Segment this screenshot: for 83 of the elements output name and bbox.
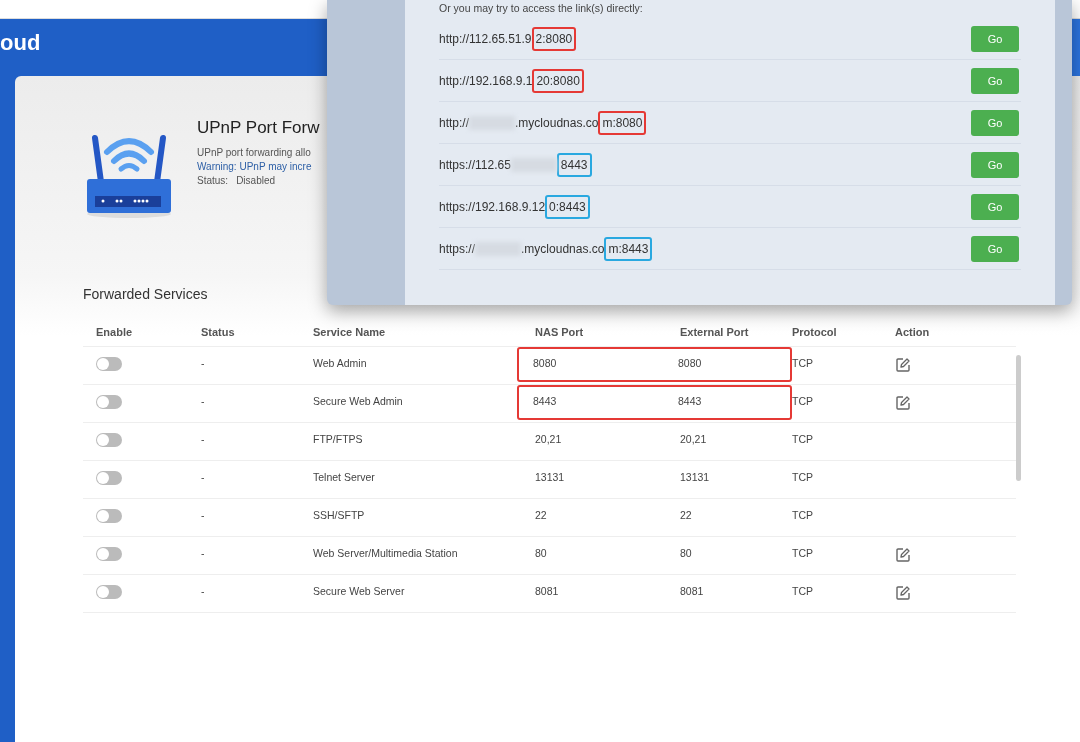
table-cell-text: TCP xyxy=(792,433,814,445)
table-cell-text: 13131 xyxy=(680,471,711,485)
table-cell-text: 80 xyxy=(680,547,693,561)
table-cell-text: 22 xyxy=(680,509,693,523)
go-button[interactable]: Go xyxy=(971,193,1019,220)
table-cell-text: 8080 xyxy=(533,357,558,371)
table-cell-text: - xyxy=(201,547,206,559)
column-header: Action xyxy=(895,326,931,338)
table-cell-text: 22 xyxy=(535,509,548,523)
table-cell-text: 20,21 xyxy=(535,433,563,447)
edit-icon[interactable] xyxy=(895,547,911,563)
table-cell-text: Web Admin xyxy=(313,357,368,369)
table-cell-text: 20,21 xyxy=(680,433,708,447)
link-text: http://192.168.9.1 xyxy=(439,73,533,88)
table-cell-text: - xyxy=(201,433,206,445)
highlight-box: 8443 xyxy=(556,152,592,177)
link-text: https://112.65 xyxy=(439,157,511,172)
table-cell-text: - xyxy=(201,585,206,597)
highlight-box: m:8443 xyxy=(604,236,653,261)
table-cell-text: FTP/FTPS xyxy=(313,433,364,445)
table-cell-text: Secure Web Admin xyxy=(313,395,404,407)
go-button[interactable]: Go xyxy=(971,235,1019,262)
blurred-text xyxy=(510,157,557,172)
table-cell-text: - xyxy=(201,471,206,483)
go-button[interactable]: Go xyxy=(971,109,1019,136)
column-header: Enable xyxy=(96,326,134,338)
status-label: Status: xyxy=(197,175,229,186)
edit-icon[interactable] xyxy=(895,585,911,601)
link-text: http://112.65.51.9 xyxy=(439,31,532,46)
table-cell-text: SSH/SFTP xyxy=(313,509,366,521)
column-header: External Port xyxy=(680,326,750,338)
intro-text: Or you may try to access the link(s) directly: xyxy=(439,1,644,16)
toggle-switch[interactable] xyxy=(96,585,122,599)
table-cell-text: 8443 xyxy=(533,395,558,409)
description-text: UPnP port forwarding allo xyxy=(197,147,312,158)
toggle-switch[interactable] xyxy=(96,471,122,485)
link-text: http:// xyxy=(439,115,470,130)
table-cell-text: Telnet Server xyxy=(313,471,376,483)
link-text: https://192.168.9.12 xyxy=(439,199,546,214)
highlight-box: 0:8443 xyxy=(545,194,590,219)
table-cell-text: TCP xyxy=(792,547,814,559)
table-cell-text: 8081 xyxy=(680,585,705,599)
edit-icon[interactable] xyxy=(895,395,911,411)
column-header: Status xyxy=(201,326,236,338)
table-cell-text: TCP xyxy=(792,585,814,597)
brand-name: oud xyxy=(0,30,41,56)
toggle-switch[interactable] xyxy=(96,395,122,409)
highlight-box: 2:8080 xyxy=(531,26,577,51)
scrollbar[interactable] xyxy=(1016,355,1021,481)
table-cell-text: - xyxy=(201,509,206,521)
edit-icon[interactable] xyxy=(895,357,911,373)
toggle-switch[interactable] xyxy=(96,509,122,523)
column-header: Protocol xyxy=(792,326,838,338)
status-value: Disabled xyxy=(236,175,276,186)
toggle-switch[interactable] xyxy=(96,547,122,561)
toggle-switch[interactable] xyxy=(96,433,122,447)
link-text: https:// xyxy=(439,241,476,256)
table-cell-text: - xyxy=(201,357,206,369)
table-cell-text: TCP xyxy=(792,509,814,521)
warning-text: Warning: UPnP may incre xyxy=(197,161,313,172)
table-cell-text: Secure Web Server xyxy=(313,585,406,597)
link-text: .mycloudnas.co xyxy=(521,241,605,256)
link-text: .mycloudnas.co xyxy=(515,115,599,130)
table-cell-text: 8081 xyxy=(535,585,560,599)
table-cell-text: TCP xyxy=(792,395,814,407)
go-button[interactable]: Go xyxy=(971,151,1019,178)
table-cell-text: 8080 xyxy=(678,357,703,371)
section-title: UPnP Port Forw xyxy=(197,118,320,138)
go-button[interactable]: Go xyxy=(971,25,1019,52)
section-title: Forwarded Services xyxy=(83,286,209,302)
table-cell-text: - xyxy=(201,395,206,407)
highlight-box: 20:8080 xyxy=(532,68,584,93)
table-cell-text: 13131 xyxy=(535,471,566,485)
table-cell-text: TCP xyxy=(792,357,814,369)
table-cell-text: TCP xyxy=(792,471,814,483)
table-cell-text: 8443 xyxy=(678,395,703,409)
column-header: NAS Port xyxy=(535,326,585,338)
go-button[interactable]: Go xyxy=(971,67,1019,94)
toggle-switch[interactable] xyxy=(96,357,122,371)
table-cell-text: Web Server/Multimedia Station xyxy=(313,547,459,559)
highlight-box: m:8080 xyxy=(598,110,647,135)
column-header: Service Name xyxy=(313,326,387,338)
table-cell-text: 80 xyxy=(535,547,548,561)
